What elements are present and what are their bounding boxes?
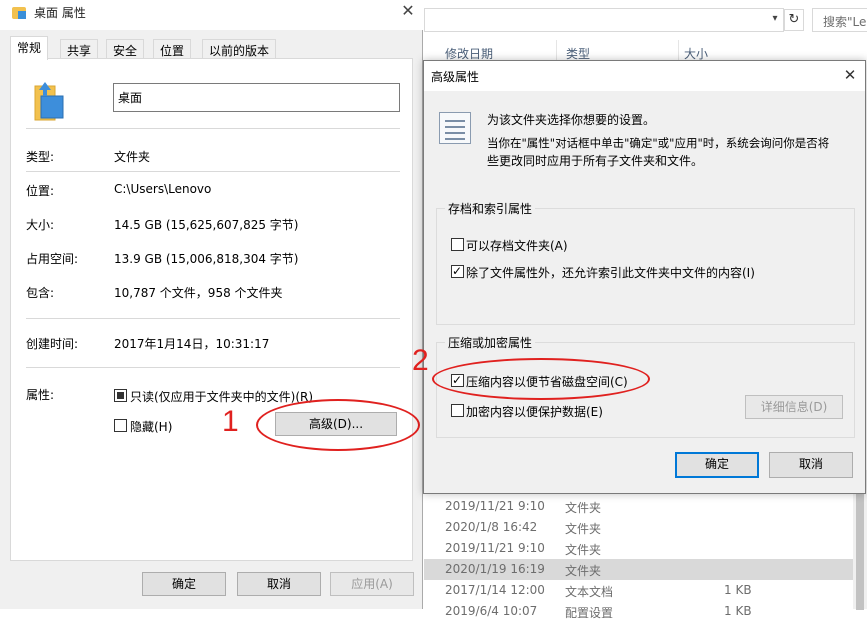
archive-index-group: 存档和索引属性 可以存档文件夹(A) 除了文件属性外，还允许索引此文件夹中文件的… (436, 200, 855, 325)
titlebar: 高级属性 ✕ (424, 61, 865, 91)
intro-text-2: 当你在"属性"对话框中单击"确定"或"应用"时，系统会询问你是否将 (487, 136, 830, 150)
scrollbar-thumb[interactable] (856, 490, 864, 610)
divider (26, 171, 400, 172)
row-date: 2020/1/8 16:42 (445, 520, 538, 534)
folder-icon (12, 7, 26, 19)
type-value: 文件夹 (114, 150, 151, 164)
search-input[interactable]: 搜索"Lenovo" (812, 8, 867, 32)
archive-group-title: 存档和索引属性 (445, 200, 536, 217)
disk-size-value: 13.9 GB (15,006,818,304 字节) (114, 252, 299, 266)
details-button[interactable]: 详细信息(D) (745, 395, 843, 419)
row-date: 2019/11/21 9:10 (445, 541, 545, 555)
row-size: 1 KB (724, 604, 752, 618)
row-date: 2019/11/21 9:10 (445, 499, 545, 513)
hidden-label[interactable]: 隐藏(H) (130, 418, 172, 435)
cancel-button[interactable]: 取消 (769, 452, 853, 478)
ok-button[interactable]: 确定 (142, 572, 226, 596)
folder-name-input[interactable]: 桌面 (113, 83, 400, 112)
annotation-circle-1 (256, 399, 420, 451)
contains-label: 包含: (26, 286, 55, 300)
contains-value: 10,787 个文件，958 个文件夹 (114, 286, 283, 300)
properties-window: 桌面 属性 ✕ 常规 共享 安全 位置 以前的版本 桌面 类型: 文件夹 位置:… (0, 0, 423, 609)
divider (26, 128, 400, 129)
intro-text-1: 为该文件夹选择你想要的设置。 (487, 113, 656, 127)
annotation-number-2: 2 (412, 344, 429, 377)
close-icon[interactable]: ✕ (838, 64, 862, 86)
type-label: 类型: (26, 150, 55, 164)
readonly-checkbox[interactable] (114, 389, 127, 402)
size-value: 14.5 GB (15,625,607,825 字节) (114, 218, 299, 232)
tab-previous-versions[interactable]: 以前的版本 (202, 39, 277, 59)
cancel-button[interactable]: 取消 (237, 572, 321, 596)
row-date: 2019/6/4 10:07 (445, 604, 538, 618)
titlebar: 桌面 属性 ✕ (0, 0, 423, 30)
dialog-title: 高级属性 (431, 70, 480, 84)
table-row[interactable]: 2019/11/21 9:10 文件夹 (424, 538, 867, 559)
readonly-label[interactable]: 只读(仅应用于文件夹中的文件)(R) (130, 388, 313, 405)
row-type: 文本文档 (565, 585, 614, 599)
chevron-down-icon[interactable]: ▾ (768, 13, 782, 27)
row-type: 配置设置 (565, 606, 614, 620)
refresh-icon[interactable]: ↻ (784, 9, 804, 31)
table-row[interactable]: 2017/1/14 12:00 文本文档 1 KB (424, 580, 867, 601)
annotation-circle-2 (432, 358, 650, 400)
created-value: 2017年1月14日，10:31:17 (114, 337, 270, 351)
table-row[interactable]: 2020/1/8 16:42 文件夹 (424, 517, 867, 538)
size-label: 大小: (26, 218, 55, 232)
apply-button[interactable]: 应用(A) (330, 572, 414, 596)
table-row-selected[interactable]: 2020/1/19 16:19 文件夹 (424, 559, 867, 580)
tab-location[interactable]: 位置 (153, 39, 192, 59)
table-row[interactable]: 2019/6/4 10:07 配置设置 1 KB (424, 601, 867, 622)
annotation-number-1: 1 (222, 405, 239, 438)
index-label[interactable]: 除了文件属性外，还允许索引此文件夹中文件的内容(I) (466, 264, 755, 281)
divider (26, 318, 400, 319)
row-type: 文件夹 (565, 522, 602, 536)
attributes-label: 属性: (26, 388, 55, 402)
created-label: 创建时间: (26, 337, 79, 351)
tab-sharing[interactable]: 共享 (60, 39, 99, 59)
row-size: 1 KB (724, 583, 752, 597)
ok-button[interactable]: 确定 (675, 452, 759, 478)
location-value: C:\Users\Lenovo (114, 182, 212, 196)
table-row[interactable]: 2019/11/21 9:10 文件夹 (424, 496, 867, 517)
close-icon[interactable]: ✕ (394, 0, 422, 24)
disk-size-label: 占用空间: (26, 252, 79, 266)
row-type: 文件夹 (565, 543, 602, 557)
divider (26, 367, 400, 368)
intro-text-3: 些更改同时应用于所有子文件夹和文件。 (487, 154, 704, 168)
general-tab-panel (10, 58, 413, 561)
hidden-checkbox[interactable] (114, 419, 127, 432)
settings-list-icon (439, 112, 471, 144)
encrypt-label[interactable]: 加密内容以便保护数据(E) (466, 403, 603, 420)
tab-general[interactable]: 常规 (10, 36, 49, 60)
tab-security[interactable]: 安全 (106, 39, 145, 59)
row-date: 2020/1/19 16:19 (445, 562, 545, 576)
archive-label[interactable]: 可以存档文件夹(A) (466, 237, 568, 254)
encrypt-checkbox[interactable] (451, 404, 464, 417)
compress-group-title: 压缩或加密属性 (445, 334, 536, 351)
index-checkbox[interactable] (451, 263, 464, 279)
desktop-folder-icon (34, 82, 64, 121)
row-date: 2017/1/14 12:00 (445, 583, 545, 597)
archive-checkbox[interactable] (451, 238, 464, 251)
address-bar[interactable] (424, 8, 784, 32)
window-title: 桌面 属性 (34, 6, 86, 20)
location-label: 位置: (26, 184, 55, 198)
row-type: 文件夹 (565, 564, 602, 578)
advanced-attributes-dialog: 高级属性 ✕ 为该文件夹选择你想要的设置。 当你在"属性"对话框中单击"确定"或… (423, 60, 866, 494)
row-type: 文件夹 (565, 501, 602, 515)
